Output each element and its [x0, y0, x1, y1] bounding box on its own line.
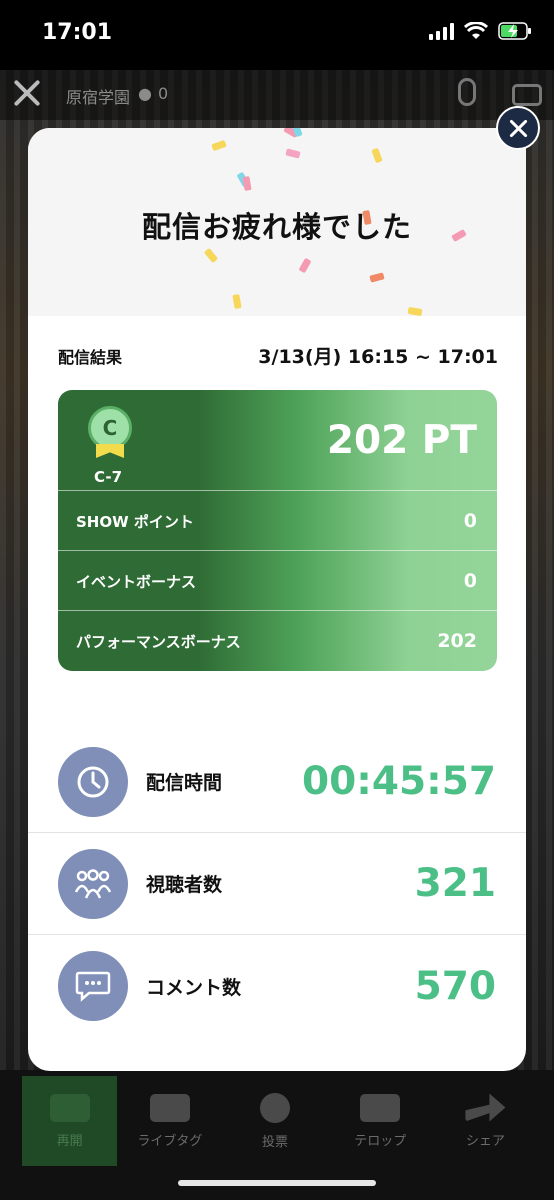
stat-row-comments: コメント数 570	[28, 935, 526, 1037]
toolbar-label: テロップ	[354, 1133, 407, 1149]
medal-ribbon	[96, 444, 124, 458]
points-card: C C-7 202 PT SHOW ポイント 0 イベントボーナス 0 パフォー…	[58, 390, 497, 671]
stat-row-duration: 配信時間 00:45:57	[28, 731, 526, 833]
rank-medal-icon: C	[88, 406, 132, 450]
confetti-decoration	[285, 148, 301, 159]
status-icons	[429, 22, 532, 40]
stream-header: 原宿学園 ● 0	[0, 70, 554, 120]
microphone-icon[interactable]	[458, 78, 476, 106]
viewer-icon: ●	[138, 84, 152, 103]
stat-label: コメント数	[146, 976, 242, 999]
stat-row-viewers: 視聴者数 321	[28, 833, 526, 935]
points-row-label: イベントボーナス	[76, 572, 197, 591]
hashtag-icon	[149, 1093, 190, 1122]
stream-close-icon[interactable]	[12, 78, 42, 108]
confetti-decoration	[369, 272, 385, 283]
toolbar-resume-button[interactable]: 再開	[22, 1076, 118, 1166]
status-time: 17:01	[42, 20, 113, 45]
vote-icon	[260, 1092, 291, 1123]
battery-charging-icon	[498, 22, 531, 40]
cellular-signal-icon	[429, 22, 454, 40]
comment-icon	[58, 951, 128, 1021]
rank-label: C-7	[94, 468, 123, 486]
camera-switch-icon[interactable]	[512, 84, 542, 106]
stat-value: 00:45:57	[301, 759, 496, 804]
clock-icon	[58, 746, 128, 817]
modal-header: 配信お疲れ様でした	[28, 128, 526, 317]
stat-label: 視聴者数	[146, 874, 223, 896]
telop-icon	[360, 1093, 401, 1122]
confetti-decoration	[211, 139, 227, 152]
home-indicator	[178, 1180, 376, 1186]
broadcast-date-range: 3/13(月) 16:15 ~ 17:01	[258, 346, 498, 368]
video-camera-icon	[49, 1093, 90, 1122]
wifi-icon	[464, 22, 488, 39]
confetti-decoration	[232, 293, 242, 310]
stat-label: 配信時間	[146, 772, 223, 794]
points-row-show: SHOW ポイント 0	[58, 490, 497, 551]
toolbar-label: 再開	[56, 1133, 83, 1149]
points-row-performance-bonus: パフォーマンスボーナス 202	[58, 610, 497, 671]
status-bar: 17:01	[0, 0, 554, 70]
people-icon	[58, 848, 128, 919]
toolbar-vote-button[interactable]: 投票	[222, 1076, 327, 1166]
toolbar-telop-button[interactable]: テロップ	[328, 1076, 433, 1166]
confetti-decoration	[242, 175, 252, 192]
medal-letter: C	[102, 416, 118, 440]
confetti-decoration	[203, 247, 219, 264]
toolbar-livetag-button[interactable]: ライブタグ	[117, 1076, 222, 1166]
result-modal: 配信お疲れ様でした 配信結果 3/13(月) 16:15 ~ 17:01 C C…	[28, 128, 526, 1071]
points-row-label: SHOW ポイント	[76, 512, 194, 531]
points-row-label: パフォーマンスボーナス	[76, 632, 241, 651]
total-points: 202 PT	[326, 418, 477, 463]
modal-title: 配信お疲れ様でした	[141, 210, 412, 244]
toolbar-label: 投票	[262, 1134, 289, 1150]
stat-value: 570	[414, 963, 496, 1009]
points-row-value: 0	[463, 570, 477, 592]
points-row-event-bonus: イベントボーナス 0	[58, 550, 497, 611]
modal-close-button[interactable]	[496, 106, 540, 150]
toolbar-share-button[interactable]: シェア	[433, 1076, 538, 1166]
room-name: 原宿学園	[66, 88, 131, 107]
share-icon	[465, 1093, 506, 1122]
toolbar-label: シェア	[465, 1133, 505, 1149]
viewer-count: 0	[158, 84, 169, 103]
result-header: 配信結果 3/13(月) 16:15 ~ 17:01	[58, 342, 498, 369]
confetti-decoration	[407, 306, 423, 317]
stat-value: 321	[414, 861, 496, 906]
confetti-decoration	[298, 257, 312, 274]
points-row-value: 0	[463, 510, 477, 532]
points-row-value: 202	[437, 630, 477, 652]
result-label: 配信結果	[58, 348, 123, 367]
toolbar-label: ライブタグ	[137, 1133, 203, 1149]
confetti-decoration	[371, 147, 383, 164]
